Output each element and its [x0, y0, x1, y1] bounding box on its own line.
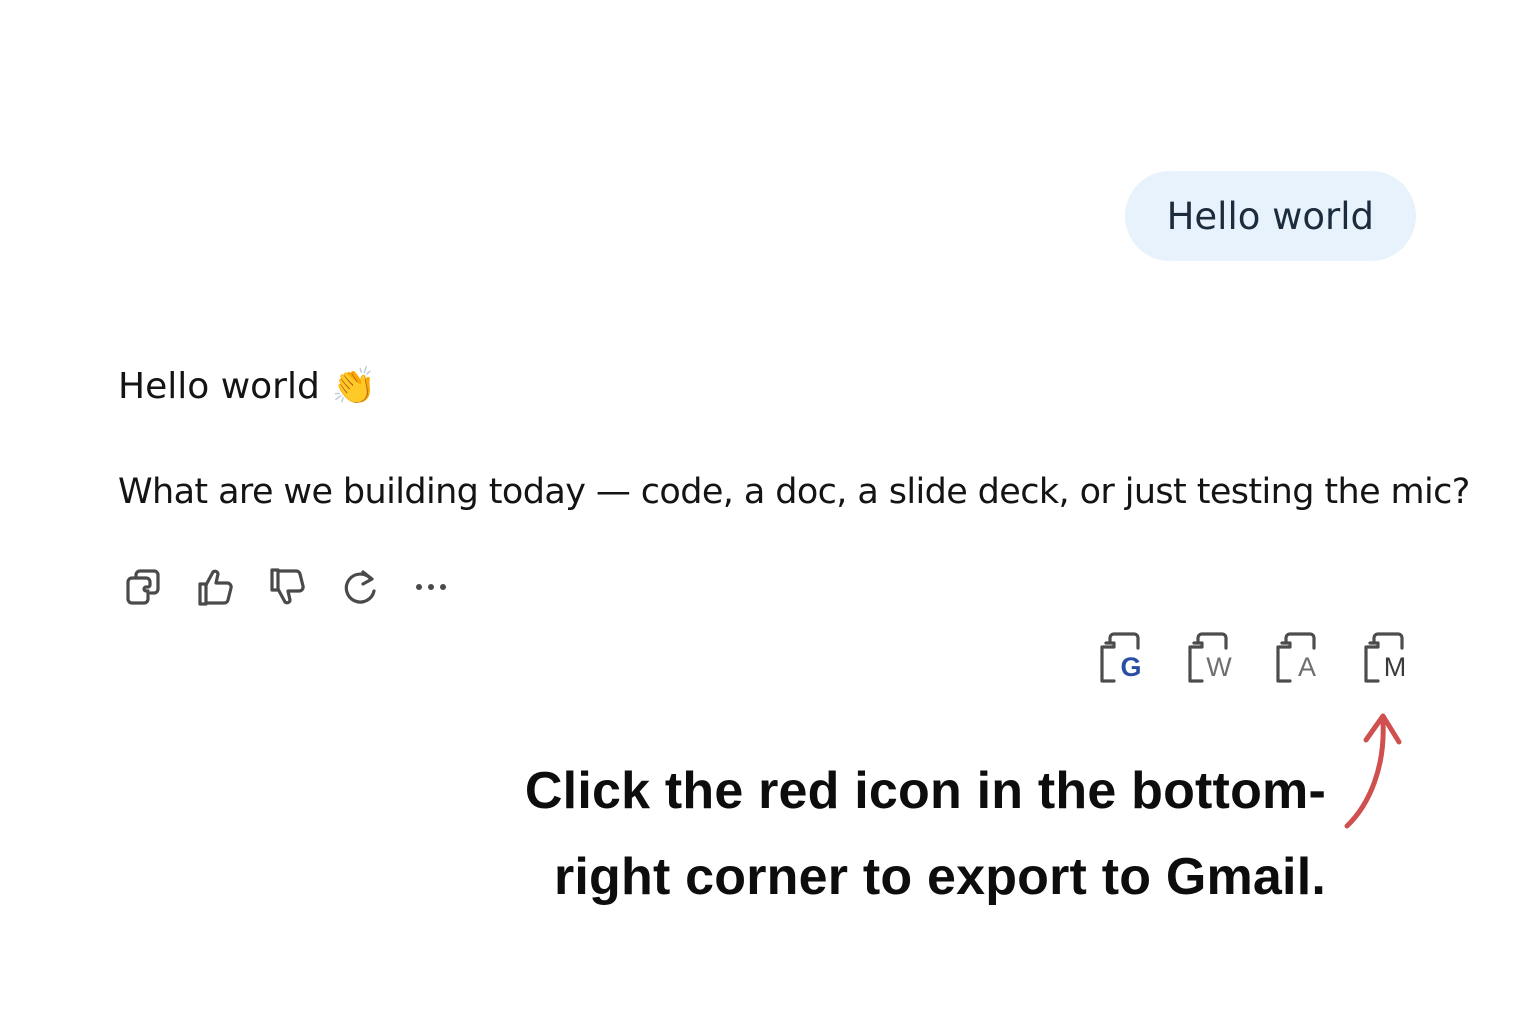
export-toolbar: G W A M [1096, 630, 1412, 688]
thumbs-down-button[interactable] [262, 562, 312, 612]
regenerate-button[interactable] [334, 562, 384, 612]
red-arrow-icon [1344, 713, 1402, 829]
annotation-line-1: Click the red icon in the bottom- [524, 762, 1326, 820]
copy-icon [126, 569, 160, 605]
export-google-docs-letter: G [1120, 652, 1142, 682]
refresh-icon [344, 570, 376, 604]
assistant-greeting-text: Hello world [118, 365, 320, 407]
export-gmail-letter: M [1383, 652, 1407, 682]
annotation-line-2: right corner to export to Gmail. [553, 848, 1326, 906]
export-word-button[interactable]: W [1184, 630, 1236, 688]
assistant-question: What are we building today — code, a doc… [118, 472, 1470, 512]
instruction-annotation: Click the red icon in the bottom- right … [525, 748, 1326, 920]
user-message-bubble: Hello world [1124, 171, 1416, 261]
copy-button[interactable] [118, 562, 168, 612]
assistant-greeting: Hello world 👏 [118, 365, 377, 408]
export-google-docs-button[interactable]: G [1096, 630, 1148, 688]
export-acrobat-button[interactable]: A [1272, 630, 1324, 688]
thumbs-up-icon [198, 569, 233, 606]
export-word-letter: W [1206, 652, 1232, 682]
message-actions [118, 562, 478, 612]
export-acrobat-letter: A [1297, 652, 1316, 682]
more-options-button[interactable] [406, 562, 456, 612]
more-icon [416, 584, 446, 590]
user-message-text: Hello world [1166, 194, 1374, 238]
export-gmail-button[interactable]: M [1360, 630, 1412, 688]
thumbs-down-icon [270, 568, 305, 605]
clapping-hands-icon: 👏 [331, 366, 377, 407]
thumbs-up-button[interactable] [190, 562, 240, 612]
